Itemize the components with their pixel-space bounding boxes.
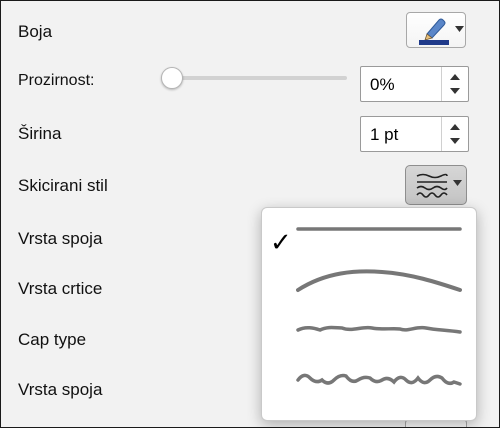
sketch-style-label: Skicirani stil [18,176,108,195]
cap-type-label: Cap type [18,330,87,349]
transparency-stepper[interactable]: 0% [360,66,469,102]
transparency-stepper-arrows[interactable] [441,67,468,101]
transparency-label: Prozirnost: [18,72,95,89]
chevron-down-icon [455,26,464,32]
color-picker-button[interactable] [406,12,466,48]
transparency-slider-thumb[interactable] [161,67,183,89]
chevron-down-icon [453,180,462,186]
dash-type-label: Vrsta crtice [18,279,103,298]
curved-line-icon [296,269,462,292]
join-type-label-2: Vrsta spoja [18,380,103,399]
sketch-squiggle-icon [416,173,448,198]
increment-arrow-icon[interactable] [450,72,460,82]
format-line-panel: Boja Prozirnost: 0% Širina 1 pt Skiciran… [0,0,500,428]
freehand-line-icon [296,325,462,334]
color-label: Boja [18,22,53,41]
sketch-option-curved[interactable] [262,260,476,304]
width-stepper-arrows[interactable] [441,117,468,151]
sketch-option-none[interactable]: ✓ [262,216,476,256]
decrement-arrow-icon[interactable] [450,86,460,96]
checkmark-icon: ✓ [270,228,292,258]
decrement-arrow-icon[interactable] [450,136,460,146]
transparency-value[interactable]: 0% [370,75,395,95]
straight-line-icon [296,227,462,231]
pen-icon [419,18,449,45]
sketch-option-freehand[interactable] [262,310,476,346]
width-label: Širina [18,124,62,143]
sketch-style-menu: ✓ [261,207,477,421]
join-type-label: Vrsta spoja [18,229,103,248]
width-stepper[interactable]: 1 pt [360,116,469,152]
sketch-style-button[interactable] [405,165,467,205]
transparency-slider-track[interactable] [169,76,347,80]
width-value[interactable]: 1 pt [370,125,398,145]
increment-arrow-icon[interactable] [450,122,460,132]
scribble-line-icon [296,373,462,386]
sketch-option-scribble[interactable] [262,358,476,398]
